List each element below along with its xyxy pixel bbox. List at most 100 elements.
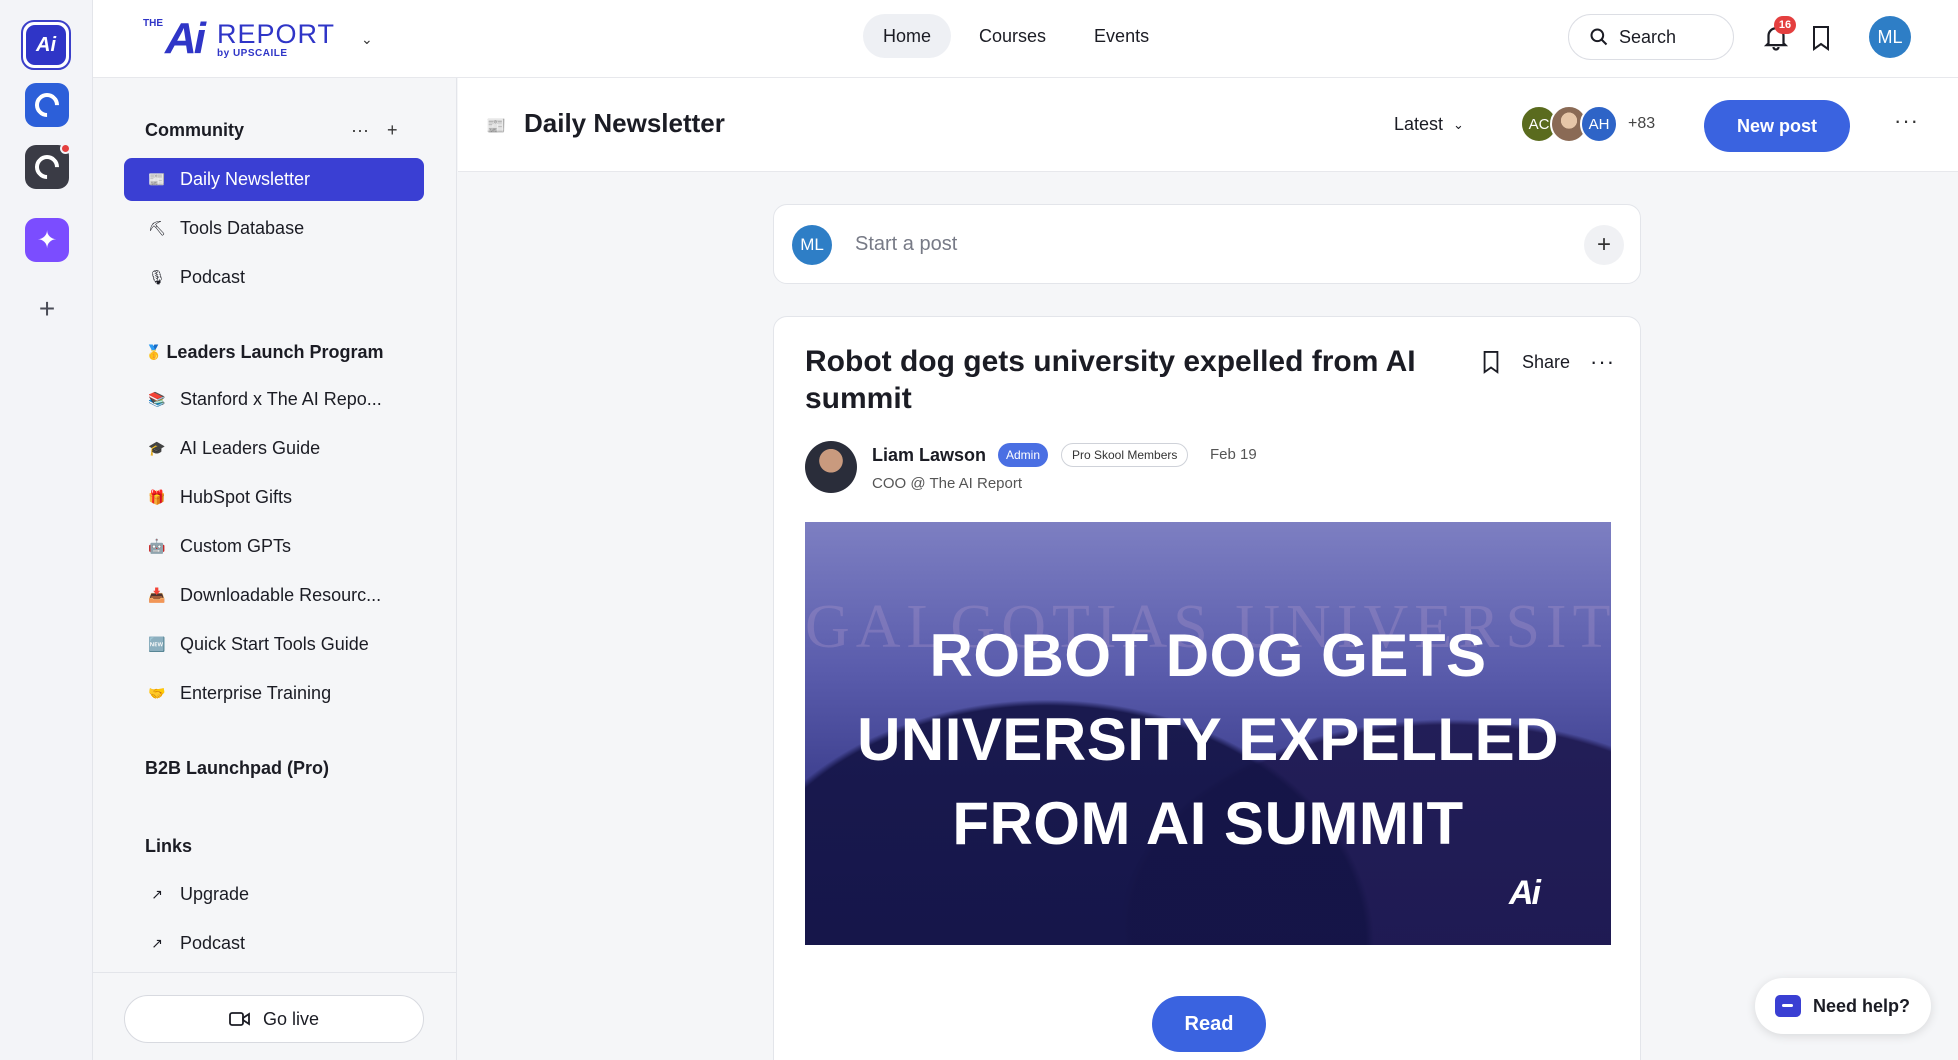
ai-logo-icon: Ai	[26, 25, 66, 65]
post-title[interactable]: Robot dog gets university expelled from …	[805, 343, 1445, 417]
sort-dropdown[interactable]: Latest ⌄	[1394, 114, 1464, 135]
sidebar-item-label: Enterprise Training	[180, 683, 332, 703]
sparkle-icon: ✦	[36, 226, 58, 254]
unread-dot	[60, 143, 71, 154]
ai-report-community-button[interactable]: Ai	[21, 20, 71, 70]
post-date: Feb 19	[1210, 446, 1257, 463]
sidebar-item-label: Stanford x The AI Repo...	[180, 389, 382, 409]
brand-logo[interactable]: THE Ai REPORT by UPSCAILE ⌄	[143, 16, 373, 62]
share-button[interactable]: Share	[1522, 352, 1570, 373]
logo-wordmark: REPORT by UPSCAILE	[217, 20, 335, 59]
channel-header: 📰 Daily Newsletter Latest ⌄ AC AH +83 Ne…	[458, 78, 1958, 172]
sidebar-item-label: Podcast	[180, 267, 246, 287]
chevron-down-icon[interactable]: ⌄	[361, 31, 373, 48]
need-help-label: Need help?	[1813, 995, 1911, 1016]
sidebar-item-label: Podcast	[180, 933, 246, 953]
go-live-button[interactable]: Go live	[124, 995, 424, 1043]
post-card: Robot dog gets university expelled from …	[773, 316, 1641, 1060]
page-title: Daily Newsletter	[524, 108, 725, 138]
search-label: Search	[1619, 26, 1677, 47]
sidebar-item-label: Tools Database	[180, 218, 305, 238]
c-community-2-button[interactable]	[25, 143, 71, 189]
newspaper-icon: 📰	[486, 118, 506, 135]
nav-courses[interactable]: Courses	[959, 14, 1066, 58]
gift-icon: 🎁	[148, 489, 166, 505]
community-rail: Ai ✦ +	[0, 0, 93, 1060]
post-hero-image[interactable]: GALGOTIAS UNIVERSITY ROBOT DOG GETS UNIV…	[805, 522, 1611, 945]
bookmark-icon[interactable]	[1480, 349, 1502, 375]
user-avatar[interactable]: ML	[1869, 16, 1911, 58]
sidebar-item-label: AI Leaders Guide	[180, 438, 321, 458]
sidebar-item-tools-database[interactable]: ⛏ Tools Database	[124, 207, 424, 250]
author-name[interactable]: Liam Lawson	[872, 445, 986, 466]
video-camera-icon	[229, 1012, 250, 1026]
post-actions: Share ···	[1480, 349, 1615, 375]
author-role: COO @ The AI Report	[872, 475, 1023, 492]
admin-badge: Admin	[998, 443, 1049, 467]
c-logo-icon	[30, 88, 64, 122]
more-icon[interactable]: ···	[1894, 108, 1919, 134]
member-badge: Pro Skool Members	[1061, 443, 1189, 467]
sidebar-community-title: Community	[145, 120, 244, 140]
more-icon[interactable]: ···	[351, 120, 369, 141]
sidebar-link-upgrade[interactable]: ↗ Upgrade	[124, 873, 424, 916]
sidebar-item-hubspot-gifts[interactable]: 🎁 HubSpot Gifts	[124, 476, 424, 519]
nav-home[interactable]: Home	[863, 14, 952, 58]
spark-community-button[interactable]: ✦	[25, 218, 69, 262]
search-icon	[1590, 28, 1608, 46]
sidebar-item-downloadable-resources[interactable]: 📥 Downloadable Resourc...	[124, 574, 424, 617]
more-icon[interactable]: ···	[1590, 349, 1615, 375]
c-logo-icon	[30, 150, 64, 184]
bookmark-icon[interactable]	[1809, 24, 1833, 52]
go-live-label: Go live	[262, 1008, 320, 1029]
post-composer[interactable]: ML Start a post +	[773, 204, 1641, 284]
app: Ai ✦ + THE Ai REPORT by UPSCAILE ⌄ Home	[0, 0, 1958, 1060]
sidebar-item-quick-start-tools-guide[interactable]: 🆕 Quick Start Tools Guide	[124, 623, 424, 666]
chat-icon	[1775, 995, 1801, 1017]
sidebar-section-label: Leaders Launch Program	[166, 342, 384, 362]
notification-badge: 16	[1774, 16, 1796, 34]
community-actions: ··· +	[351, 120, 398, 141]
read-button[interactable]: Read	[1152, 996, 1266, 1052]
composer-placeholder[interactable]: Start a post	[855, 233, 957, 256]
sidebar-item-podcast[interactable]: 🎙 Podcast	[124, 256, 424, 299]
main-nav: Home Courses Events	[863, 14, 1169, 58]
plus-icon[interactable]: +	[1584, 225, 1624, 265]
sidebar-item-ai-leaders-guide[interactable]: 🎓 AI Leaders Guide	[124, 427, 424, 470]
avatar[interactable]	[805, 441, 857, 493]
logo-report: REPORT	[217, 18, 336, 49]
search-button[interactable]: Search	[1568, 14, 1734, 60]
c-community-1-button[interactable]	[25, 83, 69, 127]
sidebar-item-enterprise-training[interactable]: 🤝 Enterprise Training	[124, 672, 424, 715]
need-help-button[interactable]: Need help?	[1755, 978, 1931, 1034]
sidebar-b2b-title[interactable]: B2B Launchpad (Pro)	[145, 758, 329, 779]
sidebar-item-label: Custom GPTs	[180, 536, 292, 556]
sidebar-link-podcast[interactable]: ↗ Podcast	[124, 922, 424, 965]
newspaper-icon: 📰	[148, 171, 166, 187]
sidebar-item-stanford[interactable]: 📚 Stanford x The AI Repo...	[124, 378, 424, 421]
logo-ai: Ai	[165, 14, 206, 63]
nav-events[interactable]: Events	[1074, 14, 1169, 58]
new-post-button[interactable]: New post	[1704, 100, 1850, 152]
sidebar-item-custom-gpts[interactable]: 🤖 Custom GPTs	[124, 525, 424, 568]
sidebar-item-daily-newsletter[interactable]: 📰 Daily Newsletter	[124, 158, 424, 201]
sidebar-leaders-title[interactable]: 🥇 Leaders Launch Program	[145, 342, 384, 363]
inbox-icon: 📥	[148, 587, 166, 603]
sidebar-item-label: Daily Newsletter	[180, 169, 311, 189]
add-community-button[interactable]: +	[25, 287, 69, 331]
microphone-icon: 🎙	[148, 269, 166, 285]
hero-heading: ROBOT DOG GETS UNIVERSITY EXPELLED FROM …	[857, 622, 1559, 857]
robot-icon: 🤖	[148, 538, 166, 554]
books-icon: 📚	[148, 391, 166, 407]
plus-icon[interactable]: +	[387, 120, 398, 141]
top-header: THE Ai REPORT by UPSCAILE ⌄ Home Courses…	[93, 0, 1958, 78]
sort-label: Latest	[1394, 114, 1444, 134]
sidebar: Community ··· + 📰 Daily Newsletter ⛏ Too…	[93, 78, 457, 1060]
plus-icon: +	[38, 293, 56, 324]
sidebar-item-label: Upgrade	[180, 884, 250, 904]
sidebar-links-title: Links	[145, 836, 193, 856]
external-link-icon: ↗	[151, 935, 163, 951]
sidebar-item-label: HubSpot Gifts	[180, 487, 293, 507]
member-avatars[interactable]: AC AH +83	[1520, 105, 1655, 143]
sidebar-divider	[93, 972, 457, 973]
